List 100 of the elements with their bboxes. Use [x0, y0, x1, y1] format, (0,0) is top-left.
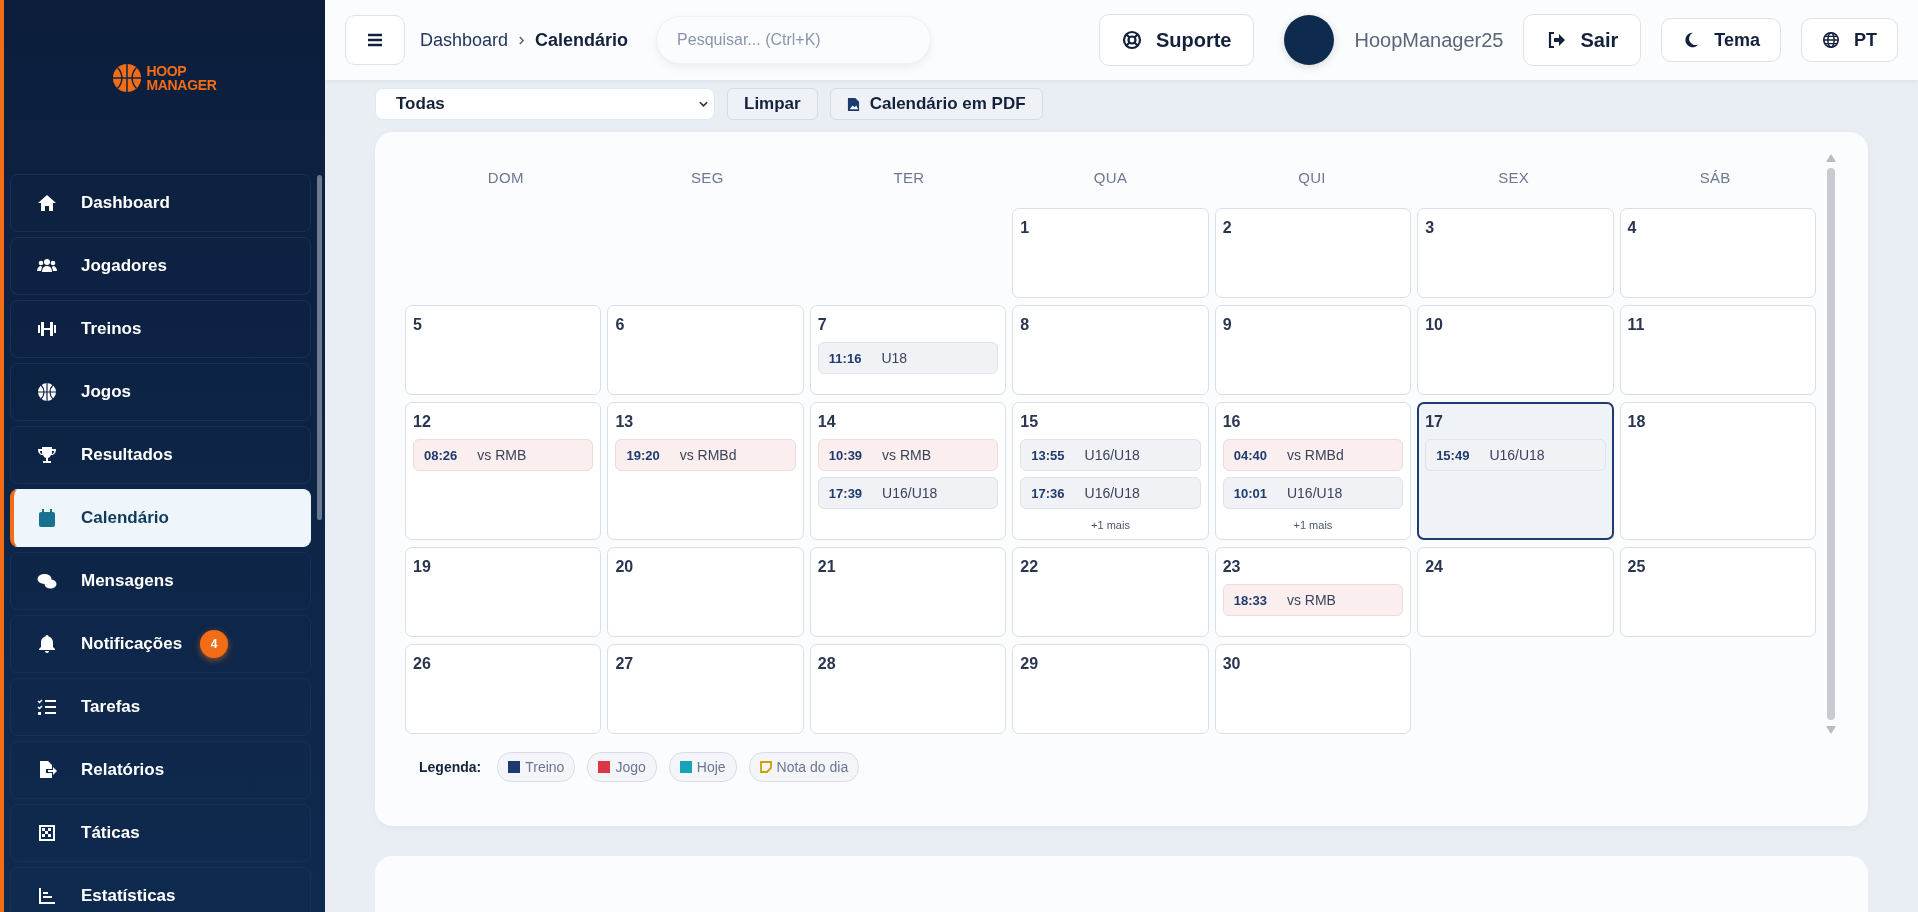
day-cell[interactable]: 11 [1619, 305, 1816, 395]
breadcrumb-link[interactable]: Dashboard [420, 29, 509, 51]
game-event[interactable]: 10:39 vs RMB [817, 439, 999, 471]
event-title: U16/U18 [1489, 447, 1545, 463]
scroll-up-icon[interactable] [1826, 154, 1836, 162]
event-time: 10:01 [1233, 485, 1267, 501]
event-title: vs RMBd [1286, 447, 1344, 463]
menu-button[interactable] [345, 15, 405, 65]
game-event[interactable]: 04:40 vs RMBd [1222, 439, 1404, 471]
sidebar-item[interactable]: Mensagens [10, 552, 311, 610]
scroll-down-icon[interactable] [1826, 726, 1836, 734]
day-number: 17 [1425, 413, 1444, 431]
day-cell[interactable]: 1 [1012, 208, 1209, 298]
day-cell[interactable]: 9 [1214, 305, 1412, 395]
day-number: 13 [615, 413, 635, 431]
scrollbar-thumb[interactable] [1827, 168, 1835, 720]
image-file-icon [846, 96, 860, 112]
event-time: 08:26 [424, 447, 458, 463]
day-cell[interactable]: 3 [1417, 208, 1614, 298]
day-cell[interactable]: 26 [405, 644, 602, 734]
day-cell[interactable]: 2 [1214, 208, 1412, 298]
scrollbar[interactable] [317, 175, 322, 520]
avatar[interactable] [1284, 15, 1335, 65]
legend-chip: Hoje [668, 752, 737, 782]
sidebar-item[interactable]: Resultados [10, 426, 311, 484]
day-cell[interactable]: 14 10:39 vs RMB 17:39 U16/U18 [809, 402, 1007, 540]
day-cell[interactable]: 28 [809, 644, 1007, 734]
day-cell[interactable]: 20 [607, 547, 804, 637]
logo-text: HOOP [146, 63, 188, 78]
day-number: 1 [1020, 219, 1031, 237]
day-cell[interactable]: 30 [1214, 644, 1412, 734]
language-button[interactable]: PT [1801, 18, 1898, 62]
day-number: 26 [413, 655, 432, 673]
more-events-link[interactable]: +1 mais [1293, 519, 1333, 531]
logo-text: MANAGER [146, 77, 217, 92]
sidebar-item[interactable]: Jogos [10, 363, 311, 421]
day-number: 2 [1222, 219, 1233, 237]
calendar-icon [37, 508, 57, 528]
weekday-header: QUA [1092, 168, 1129, 186]
sidebar-item[interactable]: Táticas [10, 804, 311, 862]
more-events-link[interactable]: +1 mais [1091, 519, 1130, 531]
training-event[interactable]: 15:49 U16/U18 [1425, 439, 1606, 471]
username: HoopManager25 [1354, 28, 1504, 52]
sidebar-item[interactable]: Treinos [10, 300, 311, 358]
training-event[interactable]: 17:39 U16/U18 [817, 477, 999, 509]
day-number: 27 [615, 655, 635, 673]
day-number: 20 [615, 558, 635, 576]
day-cell[interactable]: 25 [1619, 547, 1816, 637]
basketball-logo-icon [112, 62, 143, 93]
training-event[interactable]: 11:16 U18 [817, 342, 999, 374]
day-cell[interactable]: 18 [1619, 402, 1816, 540]
filter-dropdown[interactable]: Todas [375, 88, 715, 120]
theme-button[interactable]: Tema [1661, 18, 1781, 62]
day-cell[interactable]: 13 19:20 vs RMBd [607, 402, 804, 540]
day-cell[interactable]: 24 [1417, 547, 1614, 637]
day-cell[interactable]: 27 [607, 644, 804, 734]
training-event[interactable]: 10:01 U16/U18 [1222, 477, 1404, 509]
day-cell[interactable]: 19 [405, 547, 602, 637]
day-cell[interactable]: 16 04:40 vs RMBd 10:01 U16/U18 +1 mais [1214, 402, 1412, 540]
support-button[interactable]: Suporte [1098, 14, 1255, 66]
pdf-export-button[interactable]: Calendário em PDF [829, 88, 1043, 120]
training-event[interactable]: 13:55 U16/U18 [1020, 439, 1201, 471]
day-cell[interactable]: 29 [1012, 644, 1209, 734]
day-cell[interactable]: 5 [405, 305, 602, 395]
day-cell[interactable]: 7 11:16 U18 [809, 305, 1007, 395]
day-cell[interactable]: 6 [607, 305, 804, 395]
day-cell[interactable]: 22 [1012, 547, 1209, 637]
day-cell[interactable]: 21 [809, 547, 1007, 637]
event-time: 15:49 [1436, 447, 1470, 463]
sidebar-item[interactable]: Relatórios [10, 741, 311, 799]
clear-button[interactable]: Limpar [727, 88, 818, 120]
basketball-icon [37, 382, 57, 402]
day-number: 8 [1020, 316, 1031, 334]
game-event[interactable]: 18:33 vs RMB [1222, 584, 1404, 616]
day-cell[interactable]: 15 13:55 U16/U18 17:36 U16/U18 +1 mais [1012, 402, 1209, 540]
game-event[interactable]: 19:20 vs RMBd [615, 439, 796, 471]
sidebar-item[interactable]: Jogadores [10, 237, 311, 295]
game-event[interactable]: 08:26 vs RMB [413, 439, 594, 471]
legend-chip: Treino [497, 752, 576, 782]
day-cell[interactable]: 8 [1012, 305, 1209, 395]
legend-title: Legenda: [419, 759, 482, 775]
weekday-header: DOM [486, 168, 525, 186]
day-cell[interactable]: 10 [1417, 305, 1614, 395]
day-number: 4 [1627, 219, 1638, 237]
logout-button[interactable]: Sair [1523, 14, 1642, 66]
breadcrumb-current: Calendário [535, 29, 629, 51]
day-number: 24 [1425, 558, 1444, 576]
day-cell[interactable]: 23 18:33 vs RMB [1214, 547, 1412, 637]
search-field[interactable]: Pesquisar... (Ctrl+K) [656, 16, 932, 64]
sidebar-item[interactable]: Estatísticas [10, 867, 311, 912]
sidebar-item[interactable]: Dashboard [10, 174, 311, 232]
file-export-icon [37, 760, 57, 780]
day-cell[interactable]: 4 [1619, 208, 1816, 298]
day-cell[interactable]: 12 08:26 vs RMB [405, 402, 602, 540]
day-cell[interactable]: 17 15:49 U16/U18 [1417, 402, 1614, 540]
sidebar-item[interactable]: Tarefas [10, 678, 311, 736]
sidebar-item[interactable]: Calendário [10, 489, 311, 547]
sidebar-item[interactable]: Notificações 4 [10, 615, 311, 673]
weekday-header: QUI [1297, 168, 1327, 186]
training-event[interactable]: 17:36 U16/U18 [1020, 477, 1201, 509]
